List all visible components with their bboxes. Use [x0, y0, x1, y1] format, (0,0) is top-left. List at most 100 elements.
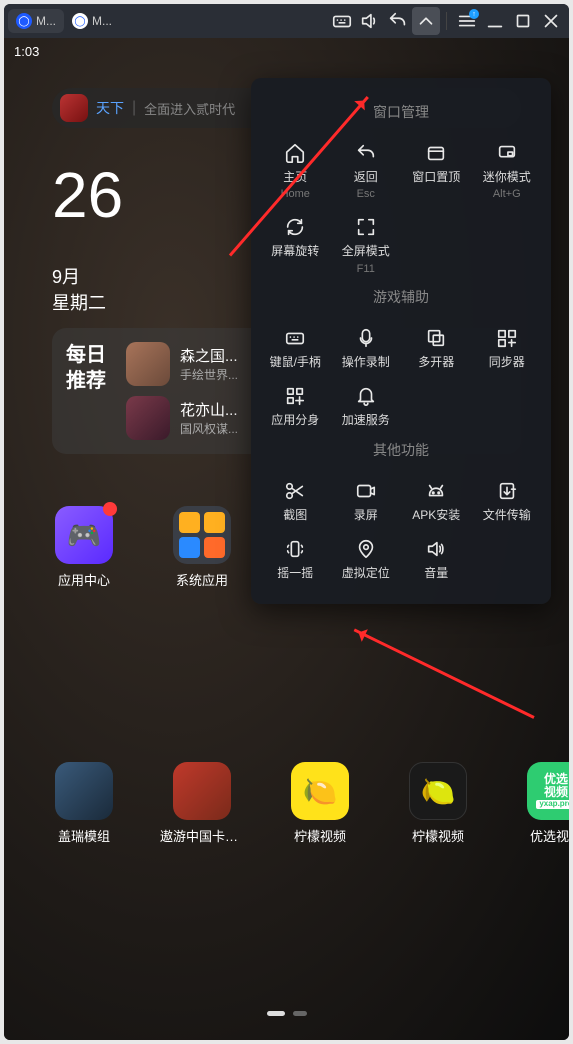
reco-item-title: 花亦山...	[180, 399, 238, 420]
popup-section-other: 其他功能	[261, 440, 541, 460]
tab-2-label: M...	[92, 14, 112, 28]
app-icon	[173, 762, 231, 820]
promo-desc: 全面进入贰时代	[144, 99, 235, 118]
date-weekday: 星期二	[52, 289, 123, 315]
notification-dot	[103, 502, 117, 516]
app-label: 优选视频	[514, 826, 569, 845]
tool-mini-mode[interactable]: 迷你模式Alt+G	[473, 136, 542, 204]
tool-accelerate[interactable]: 加速服务	[332, 379, 401, 431]
status-time: 1:03	[14, 44, 39, 59]
date-day: 26	[52, 163, 123, 227]
fullscreen-icon	[353, 214, 379, 240]
phone-screen: 1:03 天下 | 全面进入贰时代 26 9月 星期二 每日推荐 森之国...	[4, 38, 569, 1040]
tool-home[interactable]: 主页Home	[261, 136, 330, 204]
titlebar: ◯ M... ◯ M...	[4, 4, 569, 38]
date-month: 9月	[52, 263, 123, 289]
app-lemon-video-1[interactable]: 柠檬视频	[278, 762, 362, 845]
status-bar: 1:03	[4, 38, 569, 64]
keyboard-icon	[282, 325, 308, 351]
chevron-up-icon[interactable]	[412, 7, 440, 35]
app-lemon-video-2[interactable]: 柠檬视频	[396, 762, 480, 845]
annotation-arrow	[354, 628, 535, 718]
system-apps[interactable]: 系统应用	[160, 506, 244, 589]
tool-multi-instance[interactable]: 多开器	[402, 321, 471, 373]
app-label: 盖瑞模组	[42, 826, 126, 845]
date-widget: 26 9月 星期二	[52, 163, 123, 315]
reco-item-sub: 国风权谋...	[180, 420, 238, 437]
reco-item-sub: 手绘世界...	[180, 366, 238, 383]
logo-icon: ◯	[72, 13, 88, 29]
tool-file-transfer[interactable]: 文件传输	[473, 474, 542, 526]
reco-thumb	[126, 342, 170, 386]
reco-title: 每日推荐	[66, 342, 116, 440]
app-youxuan-video[interactable]: 优选视频 yxap.pro 优选视频	[514, 762, 569, 845]
tool-volume[interactable]: 音量	[402, 532, 471, 584]
home-icon	[282, 140, 308, 166]
mini-mode-icon	[494, 140, 520, 166]
location-icon	[353, 536, 379, 562]
page-indicator[interactable]	[4, 1011, 569, 1016]
volume-icon[interactable]	[356, 7, 384, 35]
folder-icon	[173, 506, 231, 564]
bell-icon	[353, 383, 379, 409]
app-row-2: 盖瑞模组 遨游中国卡车... 柠檬视频 柠檬视频 优选视频 yxap.pro 优…	[42, 762, 569, 845]
tool-back[interactable]: 返回Esc	[332, 136, 401, 204]
app-label: 柠檬视频	[396, 826, 480, 845]
app-label: 应用中心	[42, 570, 126, 589]
app-center[interactable]: 应用中心	[42, 506, 126, 589]
rotate-icon	[282, 214, 308, 240]
undo-icon[interactable]	[384, 7, 412, 35]
separator	[446, 12, 447, 30]
app-icon: 优选视频 yxap.pro	[527, 762, 569, 820]
lemon-icon	[291, 762, 349, 820]
tool-shake[interactable]: 摇一摇	[261, 532, 330, 584]
tool-app-clone[interactable]: 应用分身	[261, 379, 330, 431]
tab-1[interactable]: ◯ M...	[8, 9, 64, 33]
tab-2[interactable]: ◯ M...	[64, 9, 120, 33]
app-garrys-mod[interactable]: 盖瑞模组	[42, 762, 126, 845]
tool-keymap[interactable]: 键鼠/手柄	[261, 321, 330, 373]
tool-apk-install[interactable]: APK安装	[402, 474, 471, 526]
reco-thumb	[126, 396, 170, 440]
maximize-icon[interactable]	[509, 7, 537, 35]
tool-record-macro[interactable]: 操作录制	[332, 321, 401, 373]
page-dot-current	[267, 1011, 285, 1016]
close-icon[interactable]	[537, 7, 565, 35]
menu-icon[interactable]	[453, 7, 481, 35]
app-label: 遨游中国卡车...	[160, 826, 244, 845]
sync-icon	[494, 325, 520, 351]
app-china-truck[interactable]: 遨游中国卡车...	[160, 762, 244, 845]
update-badge	[469, 9, 479, 19]
minimize-icon[interactable]	[481, 7, 509, 35]
popup-section-window: 窗口管理	[261, 102, 541, 122]
promo-app-name: 天下	[96, 98, 124, 118]
keyboard-icon[interactable]	[328, 7, 356, 35]
gamepad-icon	[55, 506, 113, 564]
page-dot	[293, 1011, 307, 1016]
popup-section-game: 游戏辅助	[261, 287, 541, 307]
android-icon	[423, 478, 449, 504]
record-icon	[353, 325, 379, 351]
tool-screenshot[interactable]: 截图	[261, 474, 330, 526]
back-icon	[353, 140, 379, 166]
lemon-icon	[409, 762, 467, 820]
app-label: 系统应用	[160, 570, 244, 589]
tool-fullscreen[interactable]: 全屏模式F11	[332, 210, 401, 278]
clone-icon	[282, 383, 308, 409]
multi-window-icon	[423, 325, 449, 351]
tool-fake-gps[interactable]: 虚拟定位	[332, 532, 401, 584]
video-icon	[353, 478, 379, 504]
tool-screen-record[interactable]: 录屏	[332, 474, 401, 526]
app-icon	[55, 762, 113, 820]
app-label: 柠檬视频	[278, 826, 362, 845]
tool-sync[interactable]: 同步器	[473, 321, 542, 373]
shake-icon	[282, 536, 308, 562]
emulator-window: ◯ M... ◯ M... 1:03 天下 | 全面进入贰时代 26 9月	[4, 4, 569, 1040]
tool-pin-window[interactable]: 窗口置顶	[402, 136, 471, 204]
promo-app-icon	[60, 94, 88, 122]
tool-rotate[interactable]: 屏幕旋转	[261, 210, 330, 278]
volume-icon	[423, 536, 449, 562]
scissors-icon	[282, 478, 308, 504]
logo-icon: ◯	[16, 13, 32, 29]
reco-item-title: 森之国...	[180, 345, 238, 366]
